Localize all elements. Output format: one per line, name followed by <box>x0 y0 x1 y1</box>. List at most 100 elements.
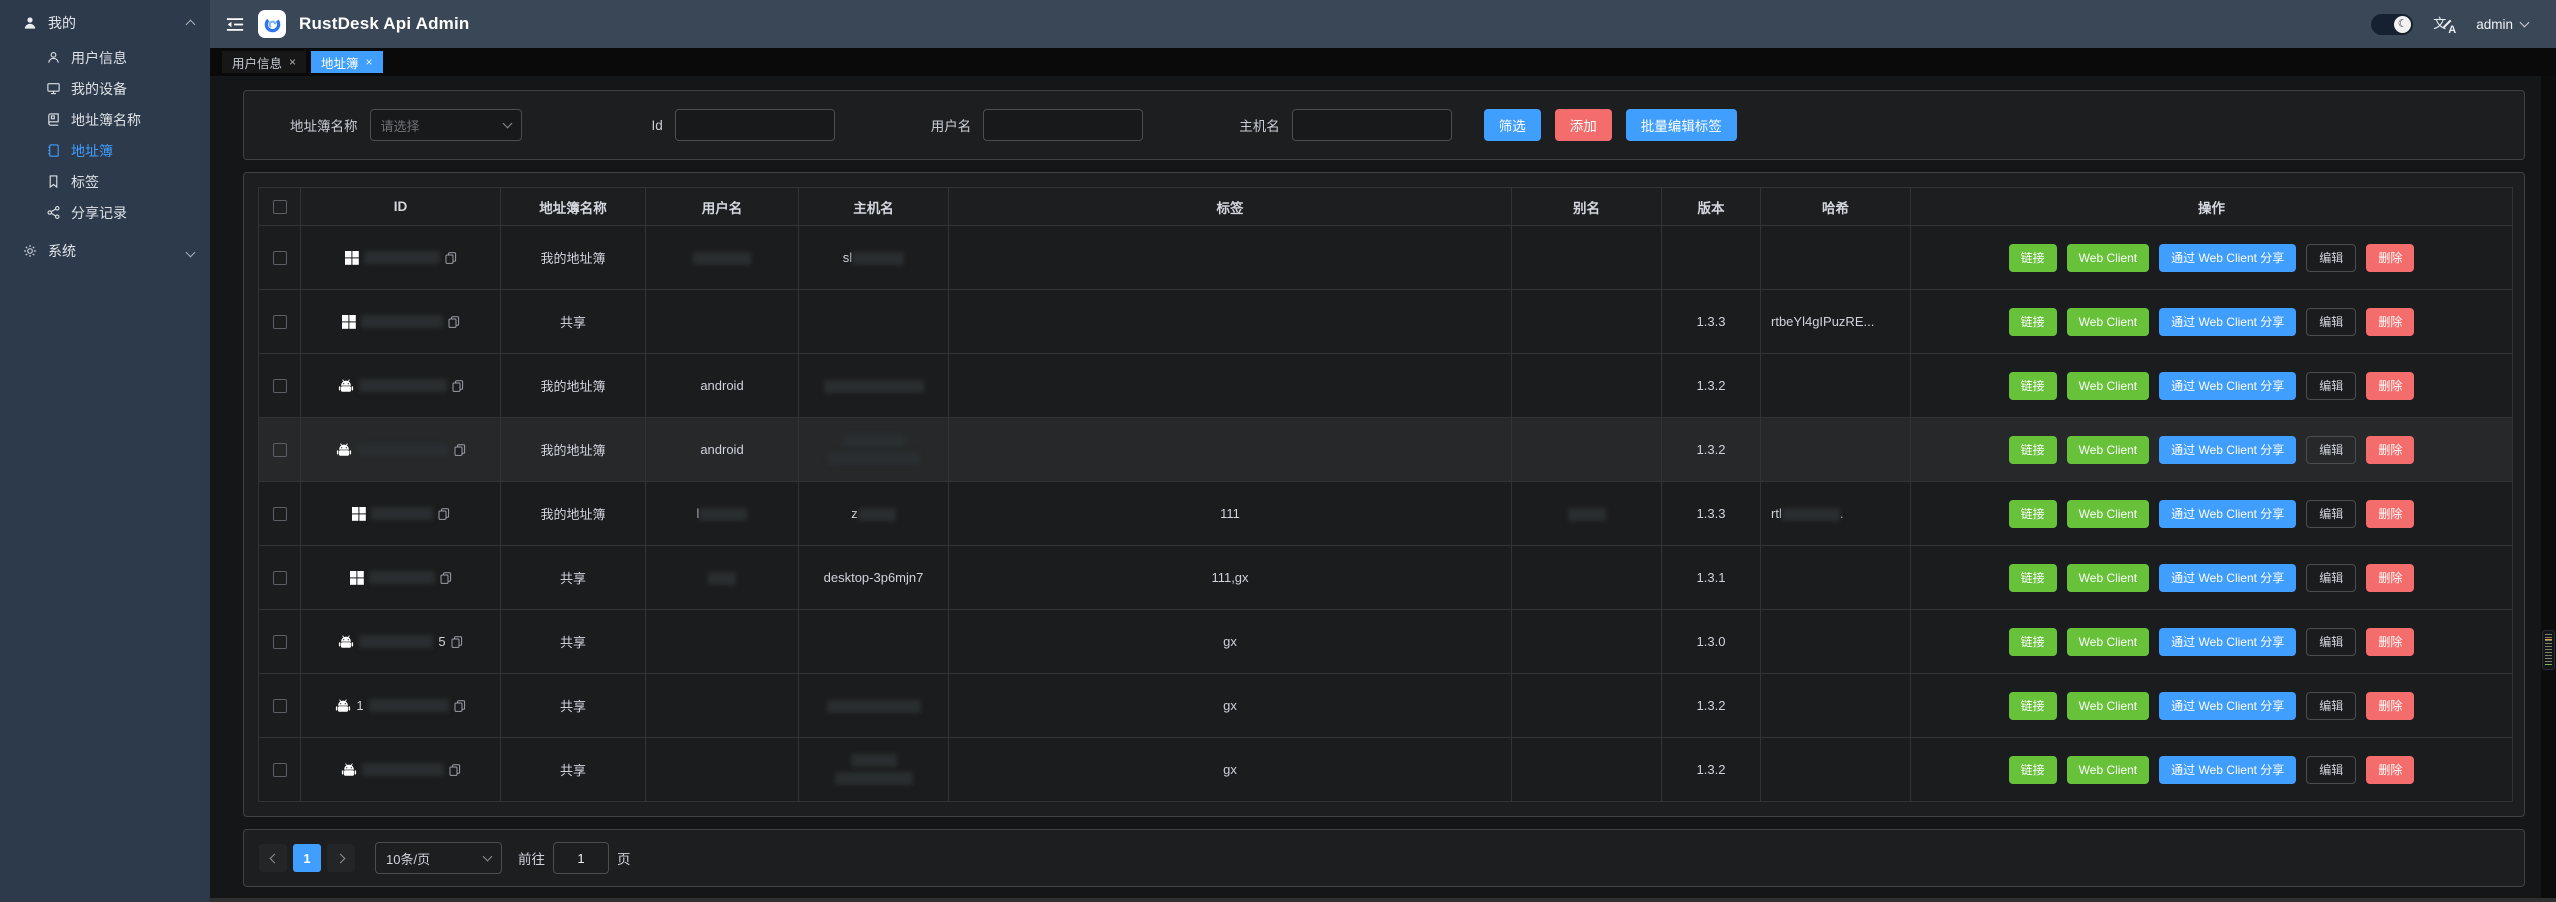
copy-icon[interactable] <box>438 508 450 520</box>
page-size-select[interactable]: 10条/页 <box>375 842 502 874</box>
edit-button[interactable]: 编辑 <box>2306 692 2356 720</box>
copy-icon[interactable] <box>452 380 464 392</box>
web-client-button[interactable]: Web Client <box>2067 436 2149 464</box>
sidebar-item-mine[interactable]: 我的 <box>0 4 210 42</box>
menu-fold-icon[interactable] <box>226 17 244 32</box>
goto-page-input[interactable] <box>553 842 609 874</box>
id-input[interactable] <box>675 109 835 141</box>
cell-version: 1.3.2 <box>1662 354 1761 418</box>
edit-button[interactable]: 编辑 <box>2306 244 2356 272</box>
row-checkbox[interactable] <box>273 379 287 393</box>
share-via-web-client-button[interactable]: 通过 Web Client 分享 <box>2159 564 2296 592</box>
sidebar-item-user-info[interactable]: 用户信息 <box>0 42 210 73</box>
copy-icon[interactable] <box>440 572 452 584</box>
row-checkbox[interactable] <box>273 571 287 585</box>
web-client-button[interactable]: Web Client <box>2067 628 2149 656</box>
link-button[interactable]: 链接 <box>2009 500 2057 528</box>
close-icon[interactable]: × <box>289 56 296 68</box>
prev-page-button[interactable] <box>259 844 287 872</box>
edit-button[interactable]: 编辑 <box>2306 564 2356 592</box>
scrollbar-track[interactable] <box>2541 76 2556 902</box>
copy-icon[interactable] <box>454 700 466 712</box>
tab-addressbook[interactable]: 地址簿 × <box>311 51 383 73</box>
row-checkbox[interactable] <box>273 315 287 329</box>
link-button[interactable]: 链接 <box>2009 372 2057 400</box>
row-checkbox[interactable] <box>273 251 287 265</box>
sidebar-item-tags[interactable]: 标签 <box>0 166 210 197</box>
sidebar-item-my-devices[interactable]: 我的设备 <box>0 73 210 104</box>
sidebar-item-system[interactable]: 系统 <box>0 232 210 270</box>
share-via-web-client-button[interactable]: 通过 Web Client 分享 <box>2159 372 2296 400</box>
redacted-text <box>842 434 906 447</box>
share-via-web-client-button[interactable]: 通过 Web Client 分享 <box>2159 756 2296 784</box>
notebook-icon <box>46 143 61 158</box>
username-input[interactable] <box>983 109 1143 141</box>
web-client-button[interactable]: Web Client <box>2067 692 2149 720</box>
link-button[interactable]: 链接 <box>2009 308 2057 336</box>
scroll-minimap <box>2542 630 2555 670</box>
edit-button[interactable]: 编辑 <box>2306 372 2356 400</box>
batch-edit-tags-button[interactable]: 批量编辑标签 <box>1626 109 1737 141</box>
sidebar-item-share-records[interactable]: 分享记录 <box>0 197 210 228</box>
share-via-web-client-button[interactable]: 通过 Web Client 分享 <box>2159 308 2296 336</box>
theme-toggle[interactable]: ☾ <box>2371 14 2413 35</box>
sidebar-item-addressbook[interactable]: 地址簿 <box>0 135 210 166</box>
add-button[interactable]: 添加 <box>1555 109 1612 141</box>
close-icon[interactable]: × <box>366 56 373 68</box>
delete-button[interactable]: 删除 <box>2366 564 2414 592</box>
share-via-web-client-button[interactable]: 通过 Web Client 分享 <box>2159 692 2296 720</box>
copy-icon[interactable] <box>445 252 457 264</box>
delete-button[interactable]: 删除 <box>2366 756 2414 784</box>
share-via-web-client-button[interactable]: 通过 Web Client 分享 <box>2159 436 2296 464</box>
link-button[interactable]: 链接 <box>2009 564 2057 592</box>
link-button[interactable]: 链接 <box>2009 628 2057 656</box>
cell-id <box>301 290 501 354</box>
addressbook-name-select[interactable]: 请选择 <box>370 109 522 141</box>
share-via-web-client-button[interactable]: 通过 Web Client 分享 <box>2159 628 2296 656</box>
copy-icon[interactable] <box>451 636 463 648</box>
link-button[interactable]: 链接 <box>2009 692 2057 720</box>
edit-button[interactable]: 编辑 <box>2306 628 2356 656</box>
web-client-button[interactable]: Web Client <box>2067 308 2149 336</box>
share-via-web-client-button[interactable]: 通过 Web Client 分享 <box>2159 244 2296 272</box>
link-button[interactable]: 链接 <box>2009 244 2057 272</box>
web-client-button[interactable]: Web Client <box>2067 372 2149 400</box>
row-checkbox[interactable] <box>273 507 287 521</box>
select-all-checkbox[interactable] <box>273 200 287 214</box>
language-icon[interactable]: 文A <box>2433 14 2456 35</box>
copy-icon[interactable] <box>454 444 466 456</box>
edit-button[interactable]: 编辑 <box>2306 500 2356 528</box>
page-1-button[interactable]: 1 <box>293 844 321 872</box>
delete-button[interactable]: 删除 <box>2366 244 2414 272</box>
delete-button[interactable]: 删除 <box>2366 500 2414 528</box>
link-button[interactable]: 链接 <box>2009 436 2057 464</box>
delete-button[interactable]: 删除 <box>2366 692 2414 720</box>
edit-button[interactable]: 编辑 <box>2306 756 2356 784</box>
delete-button[interactable]: 删除 <box>2366 628 2414 656</box>
tab-user-info[interactable]: 用户信息 × <box>222 51 306 73</box>
web-client-button[interactable]: Web Client <box>2067 756 2149 784</box>
row-checkbox[interactable] <box>273 635 287 649</box>
edit-button[interactable]: 编辑 <box>2306 308 2356 336</box>
delete-button[interactable]: 删除 <box>2366 372 2414 400</box>
horizontal-scrollbar[interactable] <box>210 898 2556 902</box>
edit-button[interactable]: 编辑 <box>2306 436 2356 464</box>
web-client-button[interactable]: Web Client <box>2067 244 2149 272</box>
filter-button[interactable]: 筛选 <box>1484 109 1541 141</box>
sidebar-item-addressbook-names[interactable]: 地址簿名称 <box>0 104 210 135</box>
web-client-button[interactable]: Web Client <box>2067 500 2149 528</box>
copy-icon[interactable] <box>448 316 460 328</box>
share-via-web-client-button[interactable]: 通过 Web Client 分享 <box>2159 500 2296 528</box>
delete-button[interactable]: 删除 <box>2366 308 2414 336</box>
row-checkbox[interactable] <box>273 699 287 713</box>
user-menu[interactable]: admin <box>2476 17 2528 32</box>
hostname-input[interactable] <box>1292 109 1452 141</box>
web-client-button[interactable]: Web Client <box>2067 564 2149 592</box>
next-page-button[interactable] <box>327 844 355 872</box>
row-checkbox[interactable] <box>273 443 287 457</box>
row-checkbox[interactable] <box>273 763 287 777</box>
copy-icon[interactable] <box>449 764 461 776</box>
link-button[interactable]: 链接 <box>2009 756 2057 784</box>
delete-button[interactable]: 删除 <box>2366 436 2414 464</box>
table-row: 1共享gx1.3.2链接Web Client通过 Web Client 分享编辑… <box>259 674 2513 738</box>
